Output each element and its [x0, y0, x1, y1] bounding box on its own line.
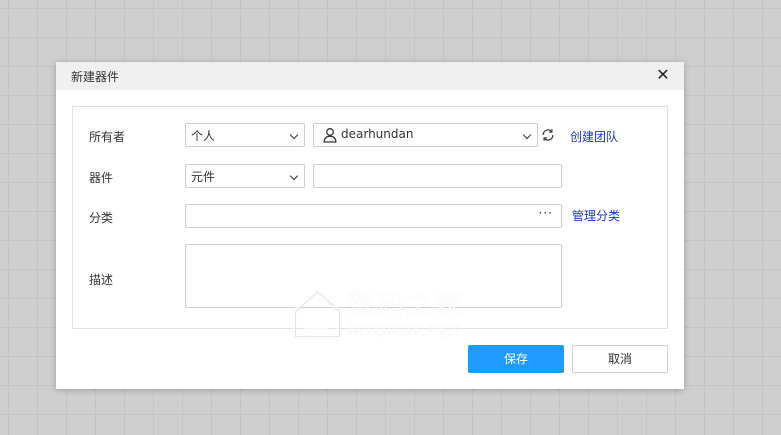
save-button[interactable]: 保存: [468, 345, 564, 373]
user-icon: [323, 128, 337, 143]
watermark-cn-text: 数码之家: [348, 290, 464, 321]
owner-label: 所有者: [89, 130, 126, 144]
chevron-down-icon: [289, 130, 299, 140]
owner-type-value: 个人: [191, 129, 216, 143]
watermark-en-text: MYDIGIT.NET: [348, 321, 462, 340]
watermark: 数码之家 MYDIGIT.NET: [292, 283, 492, 343]
create-team-link[interactable]: 创建团队: [570, 128, 618, 145]
category-label: 分类: [89, 211, 114, 225]
dialog-title: 新建器件: [71, 70, 120, 84]
close-icon[interactable]: ✕: [656, 66, 670, 84]
device-label: 器件: [89, 171, 114, 185]
watermark-logo-icon: [293, 288, 341, 338]
owner-user-select[interactable]: dearhundan: [313, 123, 538, 147]
refresh-icon[interactable]: [541, 128, 555, 142]
cancel-button[interactable]: 取消: [572, 345, 668, 373]
description-label: 描述: [89, 273, 114, 287]
manage-category-link[interactable]: 管理分类: [572, 207, 620, 224]
dialog-header: 新建器件 ✕: [56, 62, 684, 90]
more-options-button[interactable]: ···: [539, 206, 553, 220]
owner-type-select[interactable]: 个人: [185, 123, 305, 147]
category-input[interactable]: ···: [185, 204, 562, 228]
device-type-value: 元件: [191, 170, 216, 184]
device-type-select[interactable]: 元件: [185, 164, 305, 188]
owner-user-value: dearhundan: [341, 127, 414, 141]
device-name-input[interactable]: [313, 164, 562, 188]
chevron-down-icon: [522, 130, 532, 140]
chevron-down-icon: [289, 171, 299, 181]
